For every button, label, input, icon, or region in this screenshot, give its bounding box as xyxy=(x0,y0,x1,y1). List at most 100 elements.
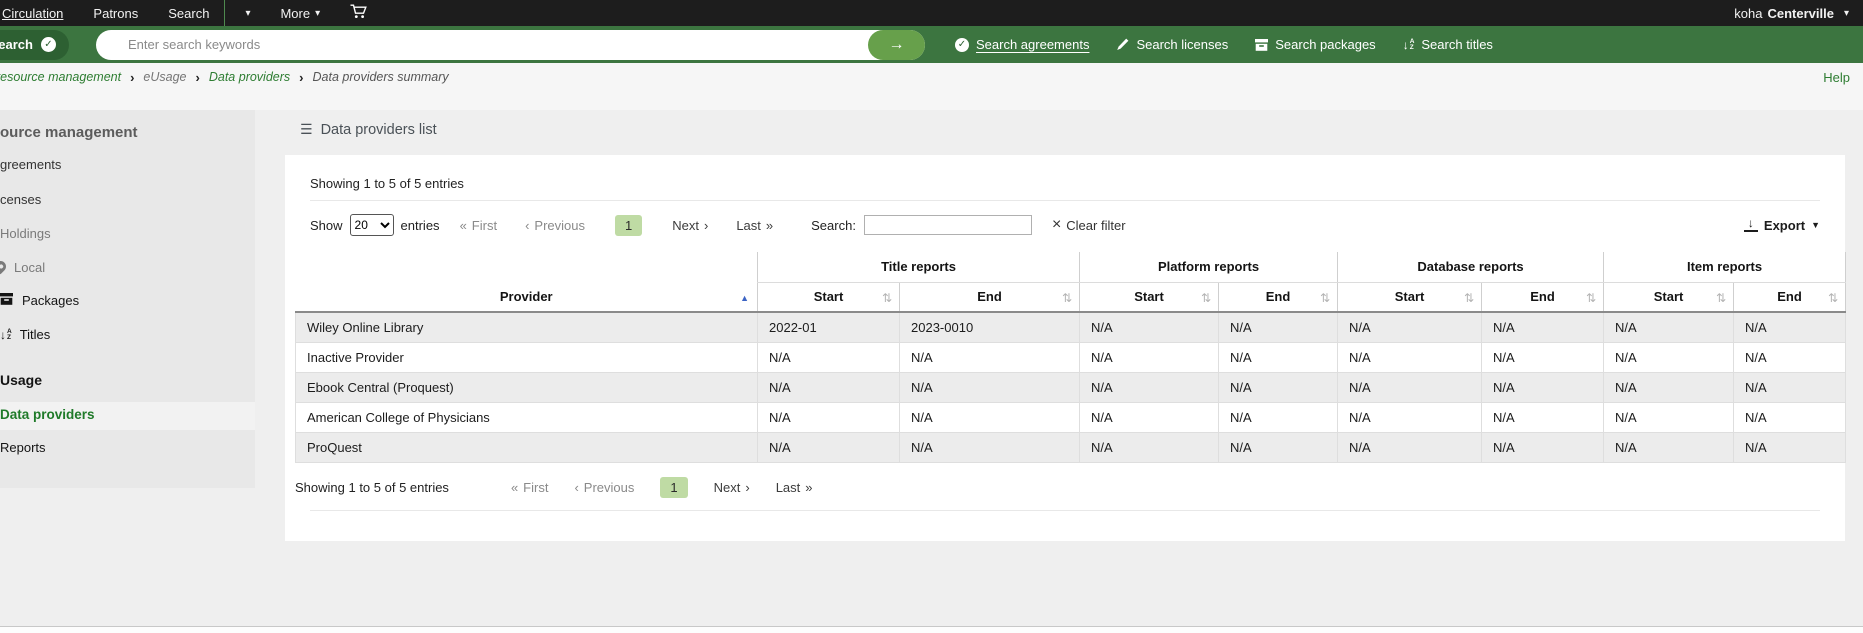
previous-label: Previous xyxy=(534,218,585,233)
first-page-button[interactable]: « First xyxy=(511,480,549,495)
nav-search[interactable]: Search xyxy=(153,0,224,26)
sidebar-item-holdings[interactable]: Holdings xyxy=(0,226,51,241)
filter-search-label: Search: xyxy=(811,218,856,233)
table-row[interactable]: Ebook Central (Proquest)N/AN/AN/AN/AN/AN… xyxy=(296,372,1846,402)
page-title-label: Data providers list xyxy=(321,122,437,138)
sidebar-item-agreements[interactable]: greements xyxy=(0,157,61,172)
sidebar-item-licenses[interactable]: censes xyxy=(0,192,41,207)
table-row[interactable]: Inactive ProviderN/AN/AN/AN/AN/AN/AN/AN/… xyxy=(296,342,1846,372)
report-period-cell: N/A xyxy=(1338,342,1482,372)
group-item-reports: Item reports xyxy=(1604,252,1846,282)
search-type-tab[interactable]: nent search ✓ xyxy=(0,30,69,60)
nav-patrons[interactable]: Patrons xyxy=(78,0,153,26)
sidebar-item-reports[interactable]: Reports xyxy=(0,440,46,455)
nav-circulation[interactable]: Circulation xyxy=(0,0,78,26)
report-period-cell: N/A xyxy=(1482,432,1604,462)
clear-filter-label: Clear filter xyxy=(1066,218,1125,233)
column-header-end[interactable]: End ⇅ xyxy=(1482,282,1604,312)
report-period-cell: N/A xyxy=(1080,402,1219,432)
report-period-cell: N/A xyxy=(1734,432,1846,462)
clear-filter-button[interactable]: × Clear filter xyxy=(1052,218,1126,233)
column-header-start[interactable]: Start ⇅ xyxy=(758,282,900,312)
provider-column-header[interactable]: Provider ▲ xyxy=(296,252,758,312)
sort-icon: ⇅ xyxy=(882,291,892,305)
search-submit-button[interactable]: → xyxy=(868,30,925,60)
report-period-cell: N/A xyxy=(1219,402,1338,432)
next-page-button[interactable]: Next › xyxy=(672,218,708,233)
divider xyxy=(310,510,1820,511)
table-row[interactable]: ProQuestN/AN/AN/AN/AN/AN/AN/AN/A xyxy=(296,432,1846,462)
sort-icon: ⇅ xyxy=(1716,291,1726,305)
page-number-button[interactable]: 1 xyxy=(660,477,687,498)
table-controls: Show 20 entries « First ‹ Previous 1 Nex… xyxy=(310,210,1820,240)
provider-cell: Ebook Central (Proquest) xyxy=(296,372,758,402)
table-row[interactable]: Wiley Online Library2022-012023-0010N/AN… xyxy=(296,312,1846,342)
next-page-button[interactable]: Next › xyxy=(714,480,750,495)
pagination-top: « First ‹ Previous 1 Next › Last » xyxy=(460,215,774,236)
close-icon: × xyxy=(1052,219,1061,231)
sidebar-item-titles[interactable]: ↓AZ Titles xyxy=(0,327,50,342)
previous-page-button[interactable]: ‹ Previous xyxy=(574,480,634,495)
breadcrumb: resource management › eUsage › Data prov… xyxy=(0,63,1863,110)
provider-cell: American College of Physicians xyxy=(296,402,758,432)
breadcrumb-data-providers[interactable]: Data providers xyxy=(209,70,290,84)
table-row[interactable]: American College of PhysiciansN/AN/AN/AN… xyxy=(296,402,1846,432)
report-period-cell: N/A xyxy=(1080,312,1219,342)
help-link[interactable]: Help xyxy=(1823,70,1850,85)
column-header-end[interactable]: End ⇅ xyxy=(1734,282,1846,312)
report-period-cell: N/A xyxy=(758,342,900,372)
column-header-end[interactable]: End ⇅ xyxy=(1219,282,1338,312)
cart-icon xyxy=(350,4,367,22)
search-input[interactable] xyxy=(96,37,836,52)
nav-search-dropdown[interactable]: ▾ xyxy=(225,0,265,26)
link-search-titles[interactable]: ↓AZ Search titles xyxy=(1403,37,1493,52)
nav-more[interactable]: More ▾ xyxy=(265,0,335,26)
last-page-button[interactable]: Last » xyxy=(776,480,813,495)
first-page-button[interactable]: « First xyxy=(460,218,498,233)
link-label: Search licenses xyxy=(1136,37,1228,52)
sidebar-heading-eusage: Usage xyxy=(0,372,42,388)
group-database-reports: Database reports xyxy=(1338,252,1604,282)
breadcrumb-resource-management[interactable]: resource management xyxy=(0,70,121,84)
breadcrumb-eusage[interactable]: eUsage xyxy=(143,70,186,84)
report-period-cell: 2022-01 xyxy=(758,312,900,342)
column-header-end[interactable]: End ⇅ xyxy=(900,282,1080,312)
report-period-cell: N/A xyxy=(900,432,1080,462)
user-menu[interactable]: koha Centerville ▾ xyxy=(1734,6,1863,21)
table-footer: Showing 1 to 5 of 5 entries « First ‹ Pr… xyxy=(295,477,1825,498)
showing-entries-top: Showing 1 to 5 of 5 entries xyxy=(310,176,464,191)
report-period-cell: N/A xyxy=(1219,372,1338,402)
pen-icon xyxy=(1116,38,1129,51)
sidebar-item-data-providers[interactable]: ⇄ Data providers xyxy=(0,407,95,422)
cart-button[interactable] xyxy=(335,0,382,26)
report-period-cell: N/A xyxy=(1080,372,1219,402)
double-chevron-right-icon: » xyxy=(805,480,812,495)
package-box-icon xyxy=(0,293,13,308)
last-page-button[interactable]: Last » xyxy=(736,218,773,233)
page-size-select[interactable]: 20 xyxy=(350,214,394,236)
chevron-left-icon: ‹ xyxy=(525,218,529,233)
group-platform-reports: Platform reports xyxy=(1080,252,1338,282)
link-search-agreements[interactable]: ✓ Search agreements xyxy=(947,37,1089,52)
page-title: ☰ Data providers list xyxy=(300,121,437,138)
pagination-bottom: « First ‹ Previous 1 Next › Last » xyxy=(511,477,813,498)
previous-page-button[interactable]: ‹ Previous xyxy=(525,218,585,233)
sidebar-item-packages[interactable]: Packages xyxy=(0,293,79,308)
sidebar-item-label: Reports xyxy=(0,440,46,455)
column-header-start[interactable]: Start ⇅ xyxy=(1080,282,1219,312)
link-search-licenses[interactable]: Search licenses xyxy=(1116,37,1228,52)
link-search-packages[interactable]: Search packages xyxy=(1255,37,1375,52)
package-box-icon xyxy=(1255,39,1268,51)
column-header-start[interactable]: Start ⇅ xyxy=(1338,282,1482,312)
link-label: Search agreements xyxy=(976,37,1089,52)
report-period-cell: N/A xyxy=(1734,342,1846,372)
report-period-cell: N/A xyxy=(1080,342,1219,372)
report-period-cell: N/A xyxy=(1482,342,1604,372)
double-chevron-left-icon: « xyxy=(460,218,467,233)
page-number-button[interactable]: 1 xyxy=(615,215,642,236)
table-filter-input[interactable] xyxy=(864,215,1032,235)
sidebar-item-local[interactable]: Local xyxy=(0,260,45,275)
export-button[interactable]: ↓ Export ▼ xyxy=(1744,218,1820,233)
column-header-start[interactable]: Start ⇅ xyxy=(1604,282,1734,312)
download-icon: ↓ xyxy=(1744,218,1758,232)
